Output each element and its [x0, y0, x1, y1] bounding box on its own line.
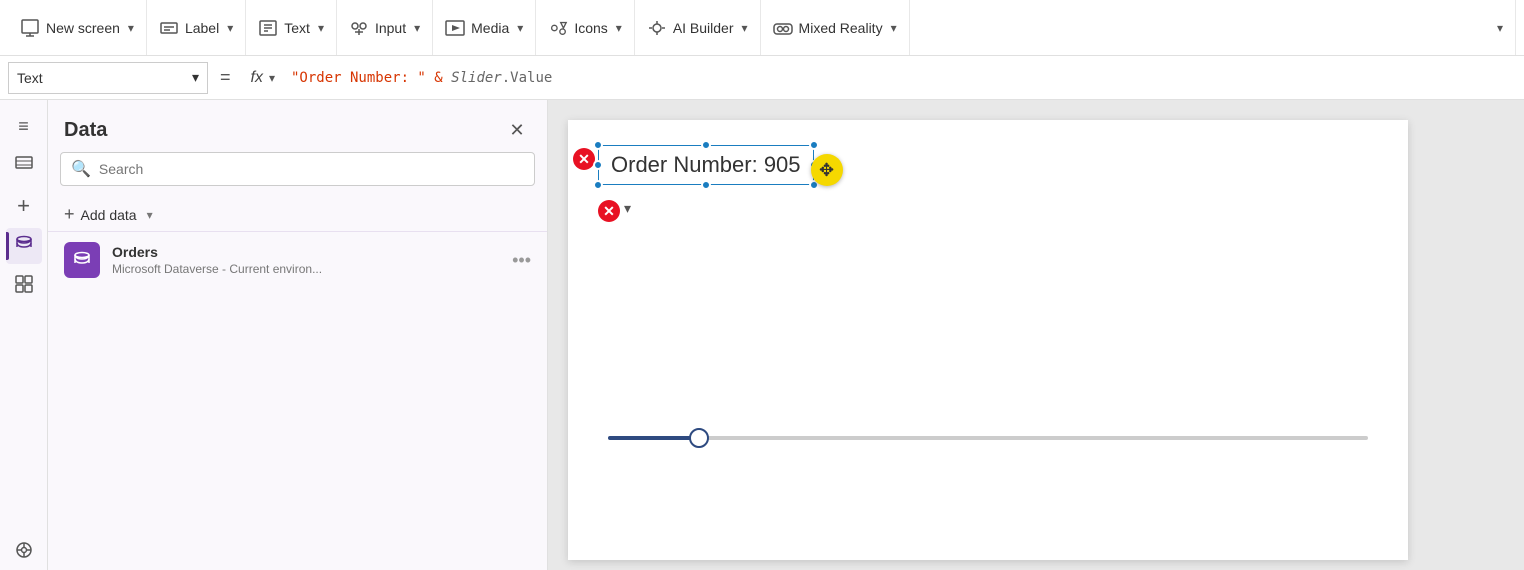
canvas-text-element[interactable]: Order Number: 905 ✥	[598, 145, 814, 185]
slider-track[interactable]	[608, 436, 1368, 440]
data-source-orders-name: Orders	[112, 244, 500, 260]
label-button[interactable]: Label ▾	[147, 0, 246, 55]
label-chevron: ▾	[227, 21, 233, 35]
icons-icon	[548, 18, 568, 38]
mixed-reality-button[interactable]: Mixed Reality ▾	[761, 0, 910, 55]
new-screen-button[interactable]: New screen ▾	[8, 0, 147, 55]
ai-builder-button[interactable]: AI Builder ▾	[635, 0, 761, 55]
data-panel-close-button[interactable]: ✕	[503, 116, 531, 144]
text-label: Text	[284, 20, 310, 36]
input-button[interactable]: Input ▾	[337, 0, 433, 55]
ai-builder-icon	[647, 18, 667, 38]
new-screen-label: New screen	[46, 20, 120, 36]
input-chevron: ▾	[414, 21, 420, 35]
sidebar-add-button[interactable]: +	[6, 188, 42, 224]
search-bar[interactable]: 🔍	[60, 152, 535, 186]
new-screen-icon	[20, 18, 40, 38]
text-chevron: ▾	[318, 21, 324, 35]
mixed-reality-chevron: ▾	[891, 21, 897, 35]
sidebar-data-button[interactable]	[6, 228, 42, 264]
media-chevron: ▾	[517, 21, 523, 35]
text-icon	[258, 18, 278, 38]
canvas-text-content: Order Number: 905	[611, 152, 801, 177]
add-data-button[interactable]: + Add data ▾	[48, 198, 547, 231]
error-icon-2[interactable]: ✕	[598, 200, 620, 222]
search-icon: 🔍	[71, 159, 91, 179]
hamburger-icon: ≡	[18, 116, 29, 137]
formula-bar: Text ▾ = fx ▾ "Order Number: " & Slider.…	[0, 56, 1524, 100]
formula-string-part: "Order Number: " &	[291, 70, 443, 86]
data-panel-title: Data	[64, 119, 107, 142]
media-label: Media	[471, 20, 509, 36]
new-screen-chevron: ▾	[128, 21, 134, 35]
element-chevron-icon[interactable]: ▾	[624, 200, 631, 217]
canvas-area[interactable]: ✕ ✕ ▾ Order Number: 905 ✥	[548, 100, 1524, 570]
slider-thumb[interactable]	[689, 428, 709, 448]
media-icon	[445, 18, 465, 38]
data-panel-header: Data ✕	[48, 100, 547, 152]
input-label: Input	[375, 20, 406, 36]
text-button[interactable]: Text ▾	[246, 0, 337, 55]
sidebar-menu-button[interactable]: ≡	[6, 108, 42, 144]
formula-property-part: Slider	[451, 70, 502, 86]
fx-button[interactable]: fx ▾	[243, 69, 283, 87]
more-button[interactable]: ▾	[1483, 0, 1516, 55]
data-panel: Data ✕ 🔍 + Add data ▾ Order	[48, 100, 548, 570]
handle-tm[interactable]	[701, 140, 711, 150]
sidebar-components-button[interactable]	[6, 268, 42, 304]
data-source-orders-info: Orders Microsoft Dataverse - Current env…	[112, 244, 500, 276]
property-selector[interactable]: Text ▾	[8, 62, 208, 94]
sidebar-tools-button[interactable]	[6, 534, 42, 570]
data-source-orders-desc: Microsoft Dataverse - Current environ...	[112, 262, 500, 276]
add-data-label: Add data	[81, 207, 137, 223]
fx-label: fx	[251, 69, 263, 87]
handle-tr[interactable]	[809, 140, 819, 150]
layers-icon	[14, 154, 34, 179]
label-label: Label	[185, 20, 219, 36]
sidebar-layers-button[interactable]	[6, 148, 42, 184]
search-input[interactable]	[99, 161, 524, 177]
fx-chevron-icon: ▾	[269, 71, 275, 85]
tools-icon	[14, 540, 34, 565]
formula-dot: .Value	[502, 70, 553, 86]
components-icon	[14, 274, 34, 299]
property-chevron-icon: ▾	[192, 69, 199, 86]
move-cursor-icon: ✥	[811, 154, 843, 186]
main-area: ≡ +	[0, 100, 1524, 570]
handle-ml[interactable]	[593, 160, 603, 170]
icons-chevron: ▾	[616, 21, 622, 35]
handle-bl[interactable]	[593, 180, 603, 190]
canvas[interactable]: ✕ ✕ ▾ Order Number: 905 ✥	[568, 120, 1408, 560]
data-source-orders-more-button[interactable]: •••	[512, 250, 531, 271]
label-icon	[159, 18, 179, 38]
add-data-chevron-icon: ▾	[147, 208, 153, 222]
canvas-slider[interactable]	[608, 436, 1368, 440]
ai-builder-label: AI Builder	[673, 20, 734, 36]
add-data-plus-icon: +	[64, 204, 75, 225]
main-toolbar: New screen ▾ Label ▾ Text ▾	[0, 0, 1524, 56]
error-icon-1[interactable]: ✕	[573, 148, 595, 170]
database-icon	[14, 234, 34, 259]
property-name: Text	[17, 70, 43, 86]
formula-expression[interactable]: "Order Number: " & Slider.Value	[283, 70, 1516, 86]
icons-button[interactable]: Icons ▾	[536, 0, 635, 55]
data-source-orders[interactable]: Orders Microsoft Dataverse - Current env…	[48, 231, 547, 288]
ai-builder-chevron: ▾	[742, 21, 748, 35]
sidebar-icons: ≡ +	[0, 100, 48, 570]
handle-bm[interactable]	[701, 180, 711, 190]
more-chevron-icon: ▾	[1497, 21, 1503, 35]
icons-label: Icons	[574, 20, 607, 36]
equals-sign: =	[208, 67, 243, 88]
data-source-orders-icon	[64, 242, 100, 278]
input-icon	[349, 18, 369, 38]
mixed-reality-icon	[773, 18, 793, 38]
handle-tl[interactable]	[593, 140, 603, 150]
mixed-reality-label: Mixed Reality	[799, 20, 883, 36]
media-button[interactable]: Media ▾	[433, 0, 536, 55]
plus-icon: +	[17, 193, 30, 219]
